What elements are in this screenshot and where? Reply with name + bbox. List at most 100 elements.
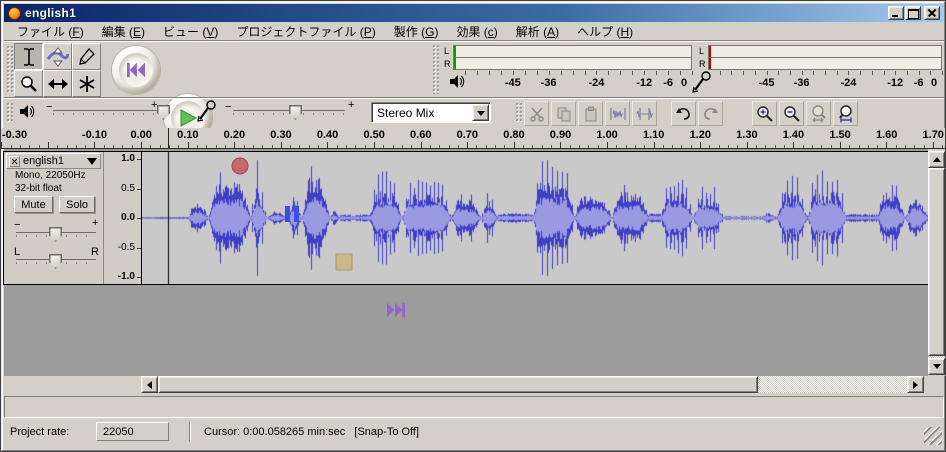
edit-toolbar-grip[interactable] — [515, 102, 522, 123]
menu-label-post: ) — [79, 25, 84, 39]
output-volume-slider[interactable] — [53, 110, 165, 115]
ruler-tick — [728, 145, 729, 148]
skip-to-start-button[interactable] — [112, 46, 160, 94]
zoom-tool-button[interactable] — [14, 70, 43, 97]
vscroll-thumb[interactable] — [928, 168, 945, 356]
mixer-toolbar-grip[interactable] — [6, 102, 13, 123]
vscroll-up-button[interactable] — [928, 151, 945, 168]
ruler-label: 1.60 — [875, 129, 898, 141]
input-source-select[interactable]: Stereo Mix — [371, 102, 491, 123]
menu-label: ビュー ( — [163, 25, 207, 39]
envelope-tool-button[interactable] — [43, 43, 72, 70]
meter-toolbar-grip[interactable] — [432, 44, 439, 94]
track-menu-arrow-icon[interactable] — [87, 157, 97, 165]
trim-outside-button[interactable] — [605, 101, 630, 126]
status-bar: Project rate: 22050 Cursor: 0:00.058265 … — [4, 420, 944, 447]
mute-button[interactable]: Mute — [14, 196, 53, 213]
meter-scale-tick — [719, 71, 721, 75]
input-meter-right-bar[interactable] — [708, 57, 942, 70]
menu-label-post: ) — [371, 25, 376, 39]
zoom-in-button[interactable] — [752, 101, 777, 126]
menu-generate[interactable]: 製作 (G) — [385, 22, 448, 41]
menu-effect[interactable]: 効果 (c) — [447, 22, 506, 41]
meter-scale-tick — [942, 71, 943, 75]
silence-selection-button[interactable] — [632, 101, 657, 126]
toolbar-grip[interactable] — [6, 45, 13, 94]
ruler-tick — [374, 142, 375, 148]
zoom-in-icon — [757, 106, 773, 122]
paste-button[interactable] — [578, 101, 603, 126]
ruler-tick — [616, 145, 618, 148]
ruler-tick — [85, 145, 87, 148]
ruler-label: 0.00 — [130, 129, 152, 141]
vruler-label: 0.0 — [121, 212, 135, 223]
track-title-bar[interactable]: english1 — [6, 153, 101, 169]
meter-scale-tick — [871, 71, 873, 75]
menu-project[interactable]: プロジェクトファイル (P) — [227, 22, 384, 41]
menu-edit[interactable]: 編集 (E) — [93, 22, 154, 41]
ruler-tick — [681, 145, 683, 148]
draw-tool-button[interactable] — [72, 43, 101, 70]
meter-zero-line — [709, 46, 711, 57]
menu-file[interactable]: ファイル (F) — [8, 22, 93, 41]
copy-button[interactable] — [551, 101, 576, 126]
timeline-ruler[interactable]: -0.30 -0.10 0.00 0.10 0.20 0.30 0.40 0.50 0.60 0.… — [1, 128, 945, 149]
vscroll-down-button[interactable] — [928, 358, 945, 375]
ruler-tick — [625, 145, 627, 148]
pan-thumb[interactable] — [49, 254, 62, 269]
input-volume-thumb[interactable] — [289, 105, 302, 120]
selection-tool-button[interactable] — [14, 43, 43, 70]
minimize-button[interactable] — [888, 6, 904, 20]
gain-thumb[interactable] — [49, 227, 62, 242]
meter-scale-tick — [632, 71, 634, 75]
meter-scale-tick — [801, 71, 803, 75]
hscroll-left-button[interactable] — [141, 376, 158, 393]
cut-button[interactable] — [524, 101, 549, 126]
ruler-tick — [243, 145, 245, 148]
scrollbar-corner — [924, 376, 944, 393]
ruler-label: -0.30 — [2, 129, 28, 141]
track-close-icon[interactable] — [9, 155, 20, 167]
redo-button[interactable] — [698, 101, 723, 126]
trim-icon — [609, 107, 626, 120]
ruler-tick — [457, 145, 459, 148]
ruler-label: 0.50 — [363, 129, 385, 141]
meter-scale-label: -24 — [588, 77, 605, 89]
resize-grip[interactable] — [924, 427, 942, 445]
multi-tool-button[interactable] — [72, 70, 101, 97]
ruler-tick — [597, 145, 599, 148]
zoom-out-button[interactable] — [779, 101, 804, 126]
meter-scale-tick — [524, 71, 526, 75]
menu-mnemonic: P — [363, 25, 372, 39]
timeshift-tool-button[interactable] — [43, 70, 72, 97]
ruler-tick — [420, 142, 422, 148]
fit-project-button[interactable] — [833, 101, 858, 126]
meter-scale-tick — [836, 71, 838, 75]
solo-button[interactable]: Solo — [59, 196, 95, 213]
meter-scale-tick — [500, 71, 502, 75]
output-meter-right-bar[interactable] — [453, 57, 692, 70]
meter-scale-tick — [766, 71, 768, 75]
input-meter-scale: -45 -36 -24 -12 -6 0 — [708, 71, 943, 95]
combo-dropdown-button[interactable] — [472, 104, 489, 121]
fit-selection-button[interactable] — [806, 101, 831, 126]
meter-scale-label: -45 — [504, 77, 521, 89]
menu-analyze[interactable]: 解析 (A) — [507, 22, 568, 41]
hscroll-thumb[interactable] — [158, 376, 758, 393]
hscroll-right-button[interactable] — [907, 376, 924, 393]
ruler-tick — [290, 145, 292, 148]
meter-scale-tick — [465, 71, 466, 75]
title-bar[interactable]: english1 — [4, 4, 944, 22]
menu-label: 製作 ( — [393, 25, 426, 39]
waveform-canvas[interactable] — [142, 152, 928, 284]
ruler-label: 1.70 — [922, 129, 944, 141]
ruler-label: 0.70 — [456, 129, 479, 141]
close-button[interactable] — [924, 6, 940, 20]
redo-icon — [704, 108, 718, 120]
undo-button[interactable] — [671, 101, 696, 126]
menu-help[interactable]: ヘルプ (H) — [568, 22, 642, 41]
ruler-tick — [262, 145, 264, 148]
menu-view[interactable]: ビュー (V) — [154, 22, 227, 41]
maximize-button[interactable] — [905, 6, 921, 20]
project-rate-value[interactable]: 22050 — [96, 422, 169, 441]
